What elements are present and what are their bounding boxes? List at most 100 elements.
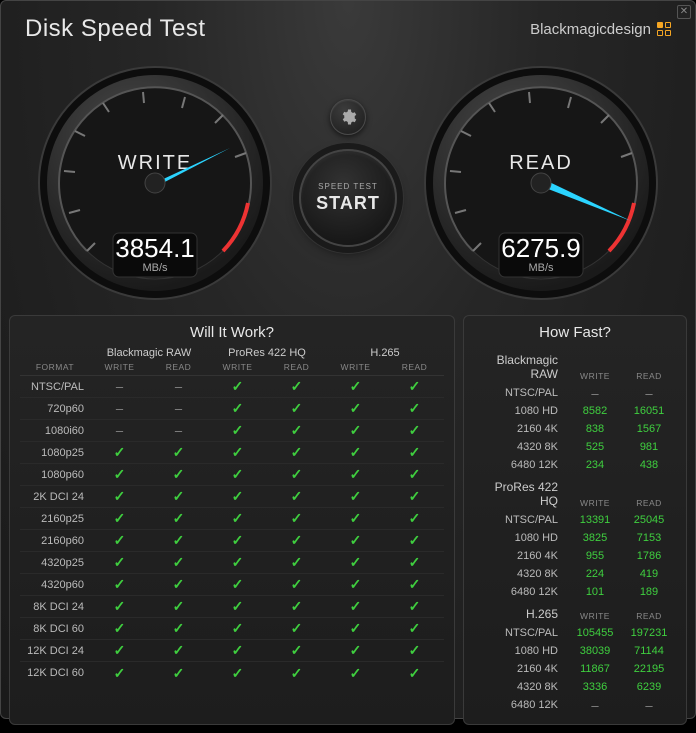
check-icon: ✓ (232, 532, 244, 548)
hf-resolution: NTSC/PAL (474, 627, 568, 639)
check-icon: ✓ (350, 576, 362, 592)
check-icon: ✓ (350, 642, 362, 658)
check-icon: ✓ (291, 665, 303, 681)
hf-write-value: 101 (568, 586, 622, 598)
check-icon: ✓ (114, 620, 126, 636)
check-icon: ✓ (173, 642, 185, 658)
check-icon: ✓ (350, 532, 362, 548)
hf-read-value: 197231 (622, 627, 676, 639)
wiw-row: 2K DCI 24✓✓✓✓✓✓ (20, 486, 444, 508)
hf-write-value: – (568, 698, 622, 713)
hf-read-value: 419 (622, 568, 676, 580)
will-it-work-title: Will It Work? (20, 324, 444, 341)
hf-row: 1080 HD3803971144 (474, 642, 676, 660)
codec-header-0: Blackmagic RAW (90, 347, 208, 362)
codec-header-1: ProRes 422 HQ (208, 347, 326, 362)
check-icon: ✓ (114, 554, 126, 570)
check-icon: ✓ (232, 444, 244, 460)
gear-icon (339, 108, 357, 126)
hf-row: 4320 8K33366239 (474, 678, 676, 696)
check-icon: ✓ (291, 488, 303, 504)
app-window: ✕ Disk Speed Test Blackmagicdesign (0, 0, 696, 719)
check-icon: ✓ (409, 620, 421, 636)
hf-resolution: 1080 HD (474, 645, 568, 657)
wiw-row: 2160p25✓✓✓✓✓✓ (20, 508, 444, 530)
format-label: 1080i60 (20, 425, 90, 437)
check-icon: ✓ (350, 665, 362, 681)
check-icon: ✓ (291, 554, 303, 570)
close-button[interactable]: ✕ (677, 5, 691, 19)
hf-resolution: 1080 HD (474, 532, 568, 544)
hf-read-value: 6239 (622, 681, 676, 693)
wiw-codec-header: Blackmagic RAW ProRes 422 HQ H.265 (20, 347, 444, 362)
hf-read-value: 7153 (622, 532, 676, 544)
hf-resolution: 4320 8K (474, 568, 568, 580)
wiw-row: 8K DCI 24✓✓✓✓✓✓ (20, 596, 444, 618)
wiw-row: 12K DCI 60✓✓✓✓✓✓ (20, 662, 444, 684)
check-icon: ✓ (232, 466, 244, 482)
check-icon: ✓ (232, 642, 244, 658)
check-icon: ✓ (409, 444, 421, 460)
check-icon: ✓ (173, 488, 185, 504)
dash-icon: – (116, 379, 123, 394)
format-label: 2K DCI 24 (20, 491, 90, 503)
check-icon: ✓ (409, 422, 421, 438)
check-icon: ✓ (291, 422, 303, 438)
check-icon: ✓ (409, 554, 421, 570)
hf-read-value: 71144 (622, 645, 676, 657)
check-icon: ✓ (291, 378, 303, 394)
hf-write-value: 525 (568, 441, 622, 453)
read-gauge-label: READ (509, 152, 573, 174)
format-label: 2160p60 (20, 535, 90, 547)
hf-read-value: 981 (622, 441, 676, 453)
hf-row: 6480 12K–– (474, 696, 676, 714)
hf-resolution: 2160 4K (474, 663, 568, 675)
check-icon: ✓ (291, 532, 303, 548)
start-button[interactable]: SPEED TEST START (299, 149, 397, 247)
format-label: 12K DCI 24 (20, 645, 90, 657)
check-icon: ✓ (173, 620, 185, 636)
wiw-subheader: FORMAT WRITE READ WRITE READ WRITE READ (20, 362, 444, 376)
hf-write-value: 8582 (568, 405, 622, 417)
check-icon: ✓ (291, 642, 303, 658)
hf-resolution: 6480 12K (474, 699, 568, 711)
hf-read-value: 25045 (622, 514, 676, 526)
hf-row: 2160 4K1186722195 (474, 660, 676, 678)
format-label: 8K DCI 24 (20, 601, 90, 613)
hf-row: 2160 4K8381567 (474, 420, 676, 438)
brand-logo: Blackmagicdesign (530, 21, 671, 38)
hf-row: 1080 HD858216051 (474, 402, 676, 420)
write-value: 3854.1 (115, 233, 195, 263)
check-icon: ✓ (409, 378, 421, 394)
dash-icon: – (175, 401, 182, 416)
check-icon: ✓ (409, 665, 421, 681)
wiw-row: NTSC/PAL––✓✓✓✓ (20, 376, 444, 398)
hf-resolution: 6480 12K (474, 586, 568, 598)
settings-button[interactable] (330, 99, 366, 135)
wiw-row: 1080p60✓✓✓✓✓✓ (20, 464, 444, 486)
dash-icon: – (175, 423, 182, 438)
read-unit: MB/s (528, 262, 554, 274)
check-icon: ✓ (291, 620, 303, 636)
hf-row: NTSC/PAL1339125045 (474, 511, 676, 529)
check-icon: ✓ (350, 554, 362, 570)
format-label: 1080p25 (20, 447, 90, 459)
check-icon: ✓ (409, 532, 421, 548)
hf-read-value: 1786 (622, 550, 676, 562)
check-icon: ✓ (350, 466, 362, 482)
app-title: Disk Speed Test (25, 15, 205, 43)
will-it-work-panel: Will It Work? Blackmagic RAW ProRes 422 … (9, 315, 455, 725)
check-icon: ✓ (350, 422, 362, 438)
check-icon: ✓ (409, 488, 421, 504)
check-icon: ✓ (350, 378, 362, 394)
hf-group-header: Blackmagic RAWWRITEREAD (474, 347, 676, 384)
gauges-row: WRITE 3854.1 MB/s SPEED TEST START (1, 43, 695, 303)
format-label: 12K DCI 60 (20, 667, 90, 679)
check-icon: ✓ (409, 598, 421, 614)
hf-write-value: – (568, 386, 622, 401)
check-icon: ✓ (114, 598, 126, 614)
dash-icon: – (116, 423, 123, 438)
hf-read-value: – (622, 698, 676, 713)
check-icon: ✓ (173, 532, 185, 548)
check-icon: ✓ (350, 444, 362, 460)
